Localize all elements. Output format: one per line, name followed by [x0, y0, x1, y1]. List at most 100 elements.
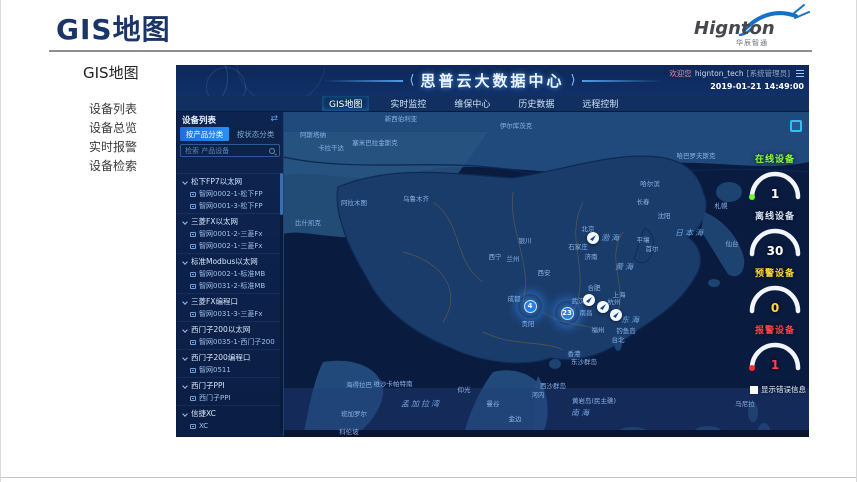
- tree-device-item[interactable]: 智网0031-3-三菱Fx: [177, 308, 280, 320]
- header-divider: [49, 50, 812, 52]
- device-icon: [190, 340, 196, 345]
- chevron-down-icon: [182, 179, 188, 185]
- tree-category[interactable]: 三菱FX以太网: [177, 215, 280, 228]
- map-bottom-strip: [283, 430, 809, 437]
- device-pin-marker[interactable]: [597, 301, 609, 313]
- tree-category[interactable]: 西门子200以太网: [177, 323, 280, 336]
- device-tree: 松下FP7以太网智网0002-1-松下FP智网0001-3-松下FP 三菱FX以太…: [177, 173, 280, 434]
- device-search-input[interactable]: [185, 147, 269, 155]
- gauge-arc: 0: [747, 282, 803, 314]
- device-pin-marker[interactable]: [610, 309, 622, 321]
- title-line-right: [582, 80, 662, 82]
- panel-scrollbar-thumb[interactable]: [280, 173, 283, 215]
- device-panel-title: 设备列表: [182, 114, 216, 126]
- device-icon: [190, 312, 196, 317]
- gauge-arc: 1: [747, 168, 803, 200]
- gauge-2: 预警设备 0: [744, 266, 806, 323]
- tab-nav-1[interactable]: 实时监控: [383, 96, 433, 111]
- device-cluster-marker[interactable]: 4: [518, 294, 542, 318]
- error-info-label: 显示错误信息: [761, 384, 806, 395]
- dashboard-title: 思普云大数据中心: [420, 70, 564, 91]
- device-search-box: [180, 144, 280, 157]
- dashboard-screenshot: ⟨ 思普云大数据中心 ⟩ 欢迎您 hignton_tech [系统管理员] 20…: [176, 65, 809, 437]
- device-tab-1[interactable]: 按状态分类: [231, 127, 280, 141]
- tree-device-item[interactable]: XC: [177, 420, 280, 432]
- datetime: 2019-01-21 14:49:00: [669, 82, 804, 91]
- page: GIS地图 Hignton 华辰智通 GIS地图 设备列表 设备总览 实时报警 …: [0, 0, 857, 482]
- gauge-3: 报警设备1: [744, 323, 806, 380]
- chevron-down-icon: [182, 299, 188, 305]
- gauge-arc: 30: [747, 225, 803, 257]
- dashboard-nav: GIS地图实时监控维保中心历史数据远程控制: [176, 96, 809, 112]
- welcome-text: 欢迎您: [669, 68, 692, 79]
- tree-device-item[interactable]: 智网0002-1-松下FP: [177, 188, 280, 200]
- gauge-arc: 1: [747, 339, 803, 371]
- chevron-down-icon: [182, 327, 188, 333]
- collapse-panel-icon[interactable]: ⇄: [270, 115, 278, 124]
- sidebar-item-realtime-alarm[interactable]: 实时报警: [89, 138, 137, 157]
- hignton-logo: Hignton 华辰智通: [690, 2, 810, 48]
- tree-device-item[interactable]: 智网0002-1-三菱Fx: [177, 240, 280, 252]
- tab-nav-2[interactable]: 维保中心: [447, 96, 497, 111]
- map-bottom-band: [283, 388, 809, 430]
- tree-group: 标准Modbus以太网智网0002-1-标准MB智网0031-2-标准MB: [177, 253, 280, 293]
- tree-category-label: 标准Modbus以太网: [191, 256, 258, 267]
- gauge-value: 1: [747, 187, 803, 201]
- error-info-checkbox[interactable]: [750, 386, 758, 394]
- device-icon: [190, 272, 196, 277]
- tree-category[interactable]: 信捷XC: [177, 407, 280, 420]
- panel-scrollbar: [280, 173, 283, 434]
- tree-device-item[interactable]: 智网0511: [177, 364, 280, 376]
- tree-device-item[interactable]: 智网0035-1-西门子200: [177, 336, 280, 348]
- cluster-count: 4: [524, 300, 537, 313]
- dashboard-header: ⟨ 思普云大数据中心 ⟩ 欢迎您 hignton_tech [系统管理员] 20…: [176, 65, 809, 96]
- logo-subtitle: 华辰智通: [736, 38, 768, 48]
- tree-category[interactable]: 标准Modbus以太网: [177, 255, 280, 268]
- tree-group: 三菱FX编程口智网0031-3-三菱Fx: [177, 293, 280, 321]
- device-icon: [190, 192, 196, 197]
- tree-group: 西门子200以太网智网0035-1-西门子200: [177, 321, 280, 349]
- tab-nav-4[interactable]: 远程控制: [575, 96, 625, 111]
- gauge-label: 离线设备: [744, 209, 806, 222]
- tree-device-item[interactable]: 智网0001-3-松下FP: [177, 200, 280, 212]
- sidebar-item-device-overview[interactable]: 设备总览: [89, 119, 137, 138]
- chevron-down-icon: [182, 411, 188, 417]
- chevron-down-icon: [182, 383, 188, 389]
- device-icon: [190, 368, 196, 373]
- tree-device-item[interactable]: 智网0031-2-标准MB: [177, 280, 280, 292]
- tree-category-label: 三菱FX编程口: [191, 296, 238, 307]
- search-icon[interactable]: [269, 148, 275, 154]
- menu-grid-icon[interactable]: [796, 70, 804, 77]
- device-pin-marker[interactable]: [587, 232, 599, 244]
- tree-category[interactable]: 三菱FX编程口: [177, 295, 280, 308]
- tree-category[interactable]: 西门子200编程口: [177, 351, 280, 364]
- gauge-label: 预警设备: [744, 266, 806, 279]
- welcome-block: 欢迎您 hignton_tech [系统管理员] 2019-01-21 14:4…: [669, 68, 804, 91]
- device-cluster-marker[interactable]: 23: [555, 301, 579, 325]
- tab-nav-3[interactable]: 历史数据: [511, 96, 561, 111]
- tree-device-item[interactable]: 智网0002-1-标准MB: [177, 268, 280, 280]
- tree-category-label: 西门子PPI: [191, 380, 225, 391]
- device-icon: [190, 284, 196, 289]
- pin-arrow-icon: [600, 304, 606, 310]
- tree-device-label: 智网0002-1-松下FP: [199, 189, 263, 199]
- title-bracket-right: ⟩: [571, 74, 576, 87]
- device-tab-0[interactable]: 按产品分类: [180, 127, 229, 141]
- tree-device-item[interactable]: 智网0001-2-三菱Fx: [177, 228, 280, 240]
- map-select-tool-icon[interactable]: [790, 120, 802, 132]
- tree-category[interactable]: 西门子PPI: [177, 379, 280, 392]
- chevron-down-icon: [182, 259, 188, 265]
- sidebar-item-device-list[interactable]: 设备列表: [89, 100, 137, 119]
- cluster-count: 23: [561, 307, 574, 320]
- sidebar-item-device-search[interactable]: 设备检索: [89, 157, 137, 176]
- chevron-down-icon: [182, 355, 188, 361]
- device-pin-marker[interactable]: [583, 294, 595, 306]
- gauge-1: 离线设备 30: [744, 209, 806, 266]
- gauge-label: 在线设备: [744, 152, 806, 165]
- tab-gis-map[interactable]: GIS地图: [322, 96, 369, 111]
- tree-device-item[interactable]: 西门子PPI: [177, 392, 280, 404]
- gis-map[interactable]: 渤海黄海东海日本海南海孟加拉湾阿斯塔纳卡拉干达塞米巴拉金斯克新西伯利亚伊尔库茨克…: [283, 112, 809, 437]
- page-bottom-rule: [1, 477, 856, 478]
- tree-group: 信捷XCXC: [177, 405, 280, 433]
- tree-category[interactable]: 松下FP7以太网: [177, 175, 280, 188]
